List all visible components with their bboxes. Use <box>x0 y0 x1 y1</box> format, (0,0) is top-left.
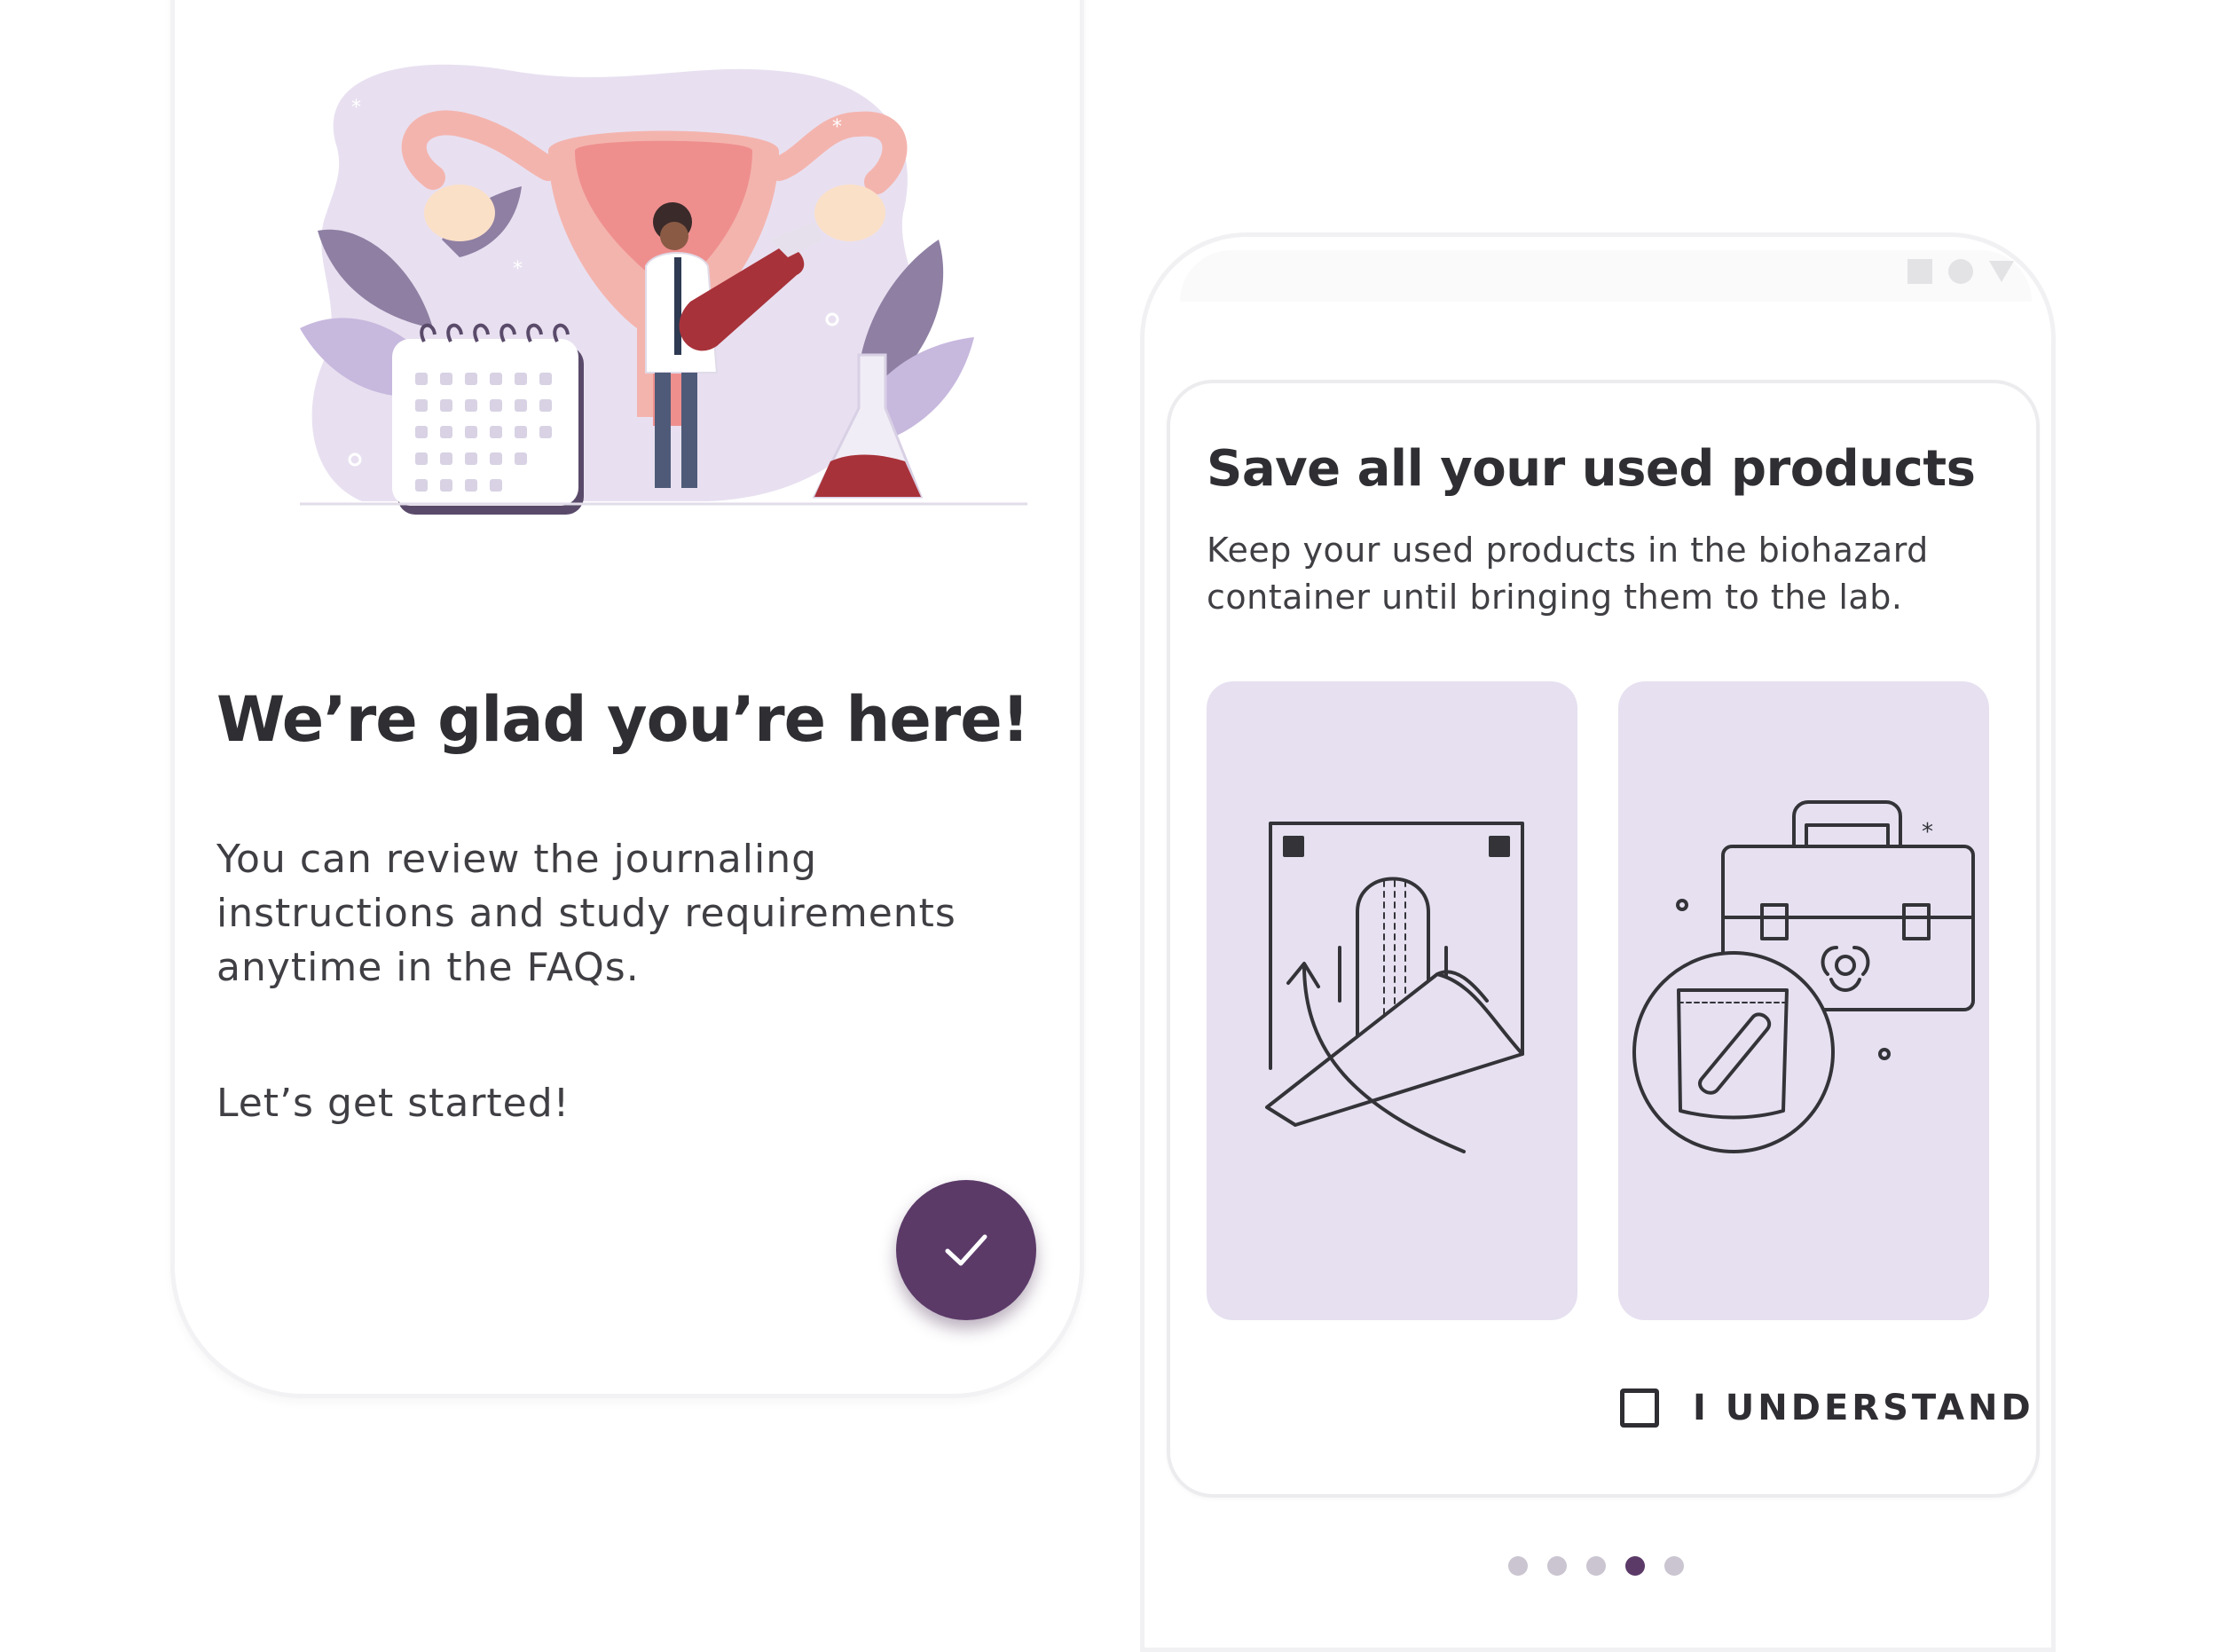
instruction-panel-wrap <box>1207 681 1577 1320</box>
biohazard-container-bag-icon: * <box>1632 800 1975 1153</box>
understand-checkbox[interactable] <box>1620 1388 1659 1428</box>
understand-checkbox-row[interactable]: I UNDERSTAND <box>1620 1388 2034 1428</box>
card-title: Save all your used products <box>1207 440 1976 498</box>
recent-apps-icon <box>1907 259 1932 284</box>
instruction-panel-container: * <box>1618 681 1989 1320</box>
status-bar <box>1180 250 2032 302</box>
card-body-text: Keep your used products in the biohazard… <box>1207 531 1929 617</box>
confirm-button[interactable] <box>896 1180 1036 1320</box>
page-dot-5[interactable] <box>1664 1556 1684 1576</box>
back-icon <box>1989 261 2014 282</box>
home-icon <box>1948 259 1973 284</box>
page-dot-1[interactable] <box>1508 1556 1528 1576</box>
welcome-title: We’re glad you’re here! <box>216 683 1030 756</box>
page-dot-3[interactable] <box>1586 1556 1606 1576</box>
page-indicator <box>1508 1556 1684 1576</box>
page-dot-2[interactable] <box>1547 1556 1567 1576</box>
understand-label: I UNDERSTAND <box>1693 1388 2034 1428</box>
svg-text:*: * <box>513 258 523 280</box>
get-started-text: Let’s get started! <box>216 1081 570 1126</box>
check-icon <box>945 1234 987 1266</box>
page-dot-4-active[interactable] <box>1625 1556 1645 1576</box>
svg-text:*: * <box>832 116 842 138</box>
svg-text:*: * <box>351 97 361 119</box>
wrap-used-pad-icon <box>1265 822 1524 1153</box>
welcome-body-text: You can review the journaling instructio… <box>216 837 956 990</box>
researcher-uterus-lab-illustration: * * * <box>300 64 1027 515</box>
svg-text:*: * <box>1922 819 1933 846</box>
